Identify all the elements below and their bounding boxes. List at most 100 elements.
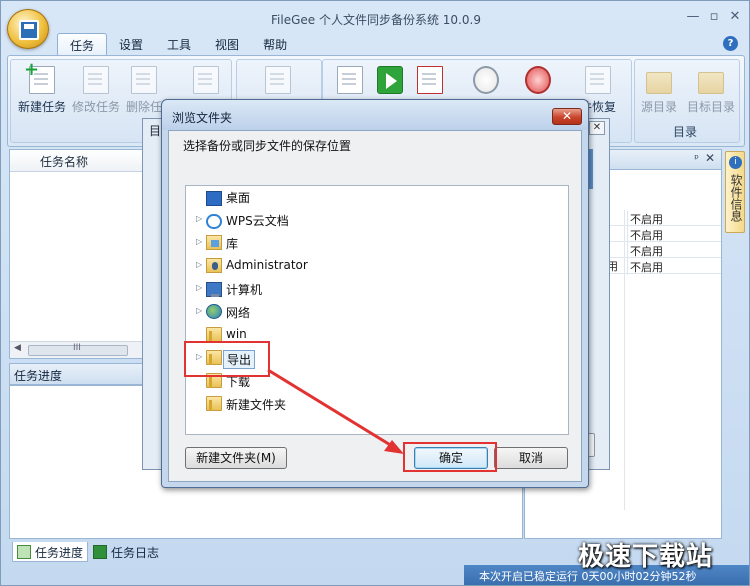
play-icon <box>377 66 403 94</box>
desktop-icon <box>206 191 222 206</box>
checklist-icon <box>265 66 291 94</box>
edit-task-icon <box>83 66 109 94</box>
task-list[interactable]: 任务名称 ◀ III <box>9 149 149 359</box>
expand-arrow-icon[interactable]: ▷ <box>196 214 204 223</box>
menu-bar: 任务 设置 工具 视图 帮助 <box>57 33 299 55</box>
target-directory-label: 目标目录 <box>686 100 735 114</box>
delete-task-button[interactable]: 删除任 <box>123 66 165 115</box>
library-icon <box>206 235 222 250</box>
app-menu-orb-icon[interactable] <box>7 9 49 49</box>
cell-value: 不启用 <box>627 259 663 275</box>
ribbon-group-label: 目录 <box>673 125 698 139</box>
source-directory-button[interactable]: 源目录 <box>635 66 683 115</box>
tab-task-progress[interactable]: 任务进度 <box>12 542 89 562</box>
restore-icon <box>585 66 611 94</box>
tab-task-log[interactable]: 任务日志 <box>89 542 163 562</box>
tab-task-progress-label: 任务进度 <box>35 546 84 560</box>
stop-schedule-button[interactable] <box>511 66 565 98</box>
clock-icon <box>473 66 499 94</box>
horizontal-scrollbar[interactable]: ◀ III <box>10 341 148 358</box>
help-icon[interactable]: ? <box>723 36 738 51</box>
tree-item-label: 新建文件夹 <box>226 398 287 412</box>
minimize-button[interactable]: — <box>683 9 703 24</box>
tab-task-log-label: 任务日志 <box>111 546 160 560</box>
tree-item-label: win <box>226 327 247 341</box>
dialog-title: 浏览文件夹 <box>172 111 233 125</box>
tab-view[interactable]: 视图 <box>203 33 251 55</box>
stop-clock-icon <box>525 66 551 94</box>
expand-arrow-icon[interactable]: ▷ <box>196 237 204 246</box>
dialog-description: 选择备份或同步文件的保存位置 <box>183 139 352 153</box>
copy-task-icon <box>193 66 219 94</box>
delete-task-icon <box>131 66 157 94</box>
edit-task-button[interactable]: 修改任务 <box>69 66 123 115</box>
close-pane-icon[interactable]: ✕ <box>705 151 715 165</box>
expand-arrow-icon[interactable]: ▷ <box>196 283 204 292</box>
delete-task-label: 删除任 <box>125 100 162 114</box>
ribbon-group-directory: 源目录 目标目录 目录 <box>634 59 740 143</box>
browse-folder-dialog: 浏览文件夹 ✕ 选择备份或同步文件的保存位置 桌面 ▷ WPS云文档 ▷ 库 ▷ <box>161 99 589 488</box>
new-task-button[interactable]: 新建任务 <box>15 59 69 115</box>
software-info-tab[interactable]: i 软件信息 <box>725 151 745 233</box>
tree-item-label: 桌面 <box>226 191 251 205</box>
cell-value: 不启用 <box>627 243 663 259</box>
tab-tools[interactable]: 工具 <box>155 33 203 55</box>
cell-value: 不启用 <box>627 211 663 227</box>
title-bar: FileGee 个人文件同步备份系统 10.0.9 — ▫ ✕ <box>1 1 750 37</box>
close-window-button[interactable]: ✕ <box>725 9 745 24</box>
new-folder-button[interactable]: 新建文件夹(M) <box>185 447 287 469</box>
edit-task-label: 修改任务 <box>71 100 120 114</box>
folder-icon <box>206 327 222 342</box>
background-dialog-tab[interactable]: 目 <box>149 122 161 139</box>
scroll-grip: III <box>73 343 81 353</box>
computer-icon <box>206 282 222 297</box>
cancel-button[interactable]: 取消 <box>494 447 568 469</box>
info-icon: i <box>729 156 742 169</box>
cell-value: 不启用 <box>627 227 663 243</box>
source-directory-label: 源目录 <box>640 100 677 114</box>
export-highlight-box <box>184 341 270 377</box>
scroll-left-icon[interactable]: ◀ <box>14 343 21 353</box>
folder-icon <box>206 396 222 411</box>
pin-icon[interactable]: ᵖ <box>694 152 699 165</box>
new-task-icon <box>24 59 55 94</box>
expand-arrow-icon[interactable]: ▷ <box>196 306 204 315</box>
schedule-button[interactable] <box>459 66 513 98</box>
log-tab-icon <box>93 545 107 559</box>
folder-tree[interactable]: 桌面 ▷ WPS云文档 ▷ 库 ▷ Administrator ▷ 计算机 ▷ … <box>185 185 569 435</box>
tab-settings[interactable]: 设置 <box>107 33 155 55</box>
ok-highlight-box <box>403 442 497 472</box>
cloud-icon <box>206 214 222 229</box>
dialog-body: 选择备份或同步文件的保存位置 桌面 ▷ WPS云文档 ▷ 库 ▷ Adminis… <box>168 130 582 482</box>
source-folder-icon <box>646 72 672 94</box>
tree-item-label: 网络 <box>226 306 251 320</box>
background-dialog-close-button[interactable]: ✕ <box>589 121 605 135</box>
watermark: 极速下载站 <box>578 542 714 572</box>
tab-task[interactable]: 任务 <box>57 33 108 55</box>
checklist-button[interactable] <box>251 66 305 98</box>
dialog-close-button[interactable]: ✕ <box>552 108 582 125</box>
stop-button[interactable] <box>403 66 457 98</box>
column-header-task-name[interactable]: 任务名称 <box>10 150 148 172</box>
log-icon <box>337 66 363 94</box>
copy-task-button[interactable] <box>179 66 233 98</box>
tree-item-label: Administrator <box>226 258 308 272</box>
maximize-button[interactable]: ▫ <box>704 9 724 24</box>
stop-icon <box>417 66 443 94</box>
progress-panel-title: 任务进度 <box>9 363 149 385</box>
target-folder-icon <box>698 72 724 94</box>
tab-help[interactable]: 帮助 <box>251 33 299 55</box>
dialog-title-bar: 浏览文件夹 ✕ <box>162 100 588 130</box>
new-task-label: 新建任务 <box>17 100 66 114</box>
network-icon <box>206 304 222 319</box>
scroll-thumb[interactable]: III <box>28 343 128 356</box>
software-info-label: 软件信息 <box>729 174 743 222</box>
progress-tab-icon <box>17 545 31 559</box>
window-title: FileGee 个人文件同步备份系统 10.0.9 <box>271 13 481 27</box>
user-folder-icon <box>206 258 222 273</box>
expand-arrow-icon[interactable]: ▷ <box>196 260 204 269</box>
tree-item-label: 库 <box>226 237 239 251</box>
tree-item-label: 计算机 <box>226 283 263 297</box>
tree-item-label: WPS云文档 <box>226 214 289 228</box>
target-directory-button[interactable]: 目标目录 <box>683 66 739 115</box>
